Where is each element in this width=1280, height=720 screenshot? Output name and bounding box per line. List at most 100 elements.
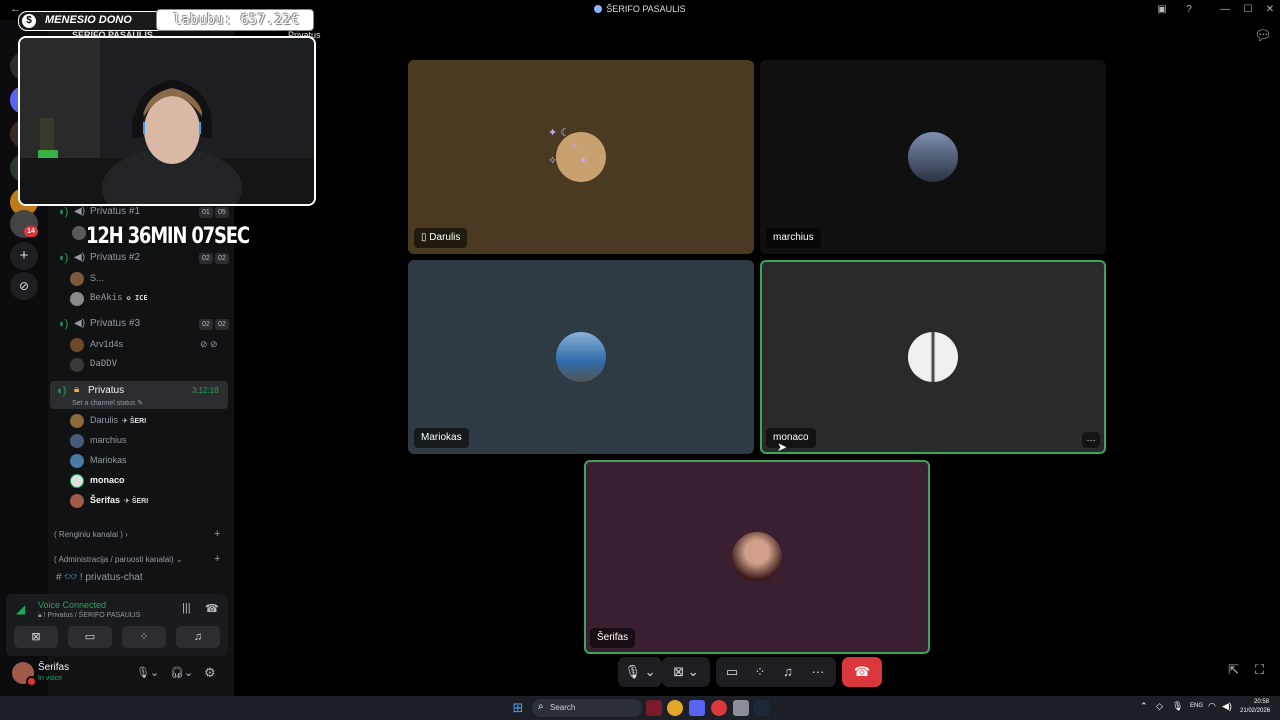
avatar-decoration-stars-icon: ✦ ☾ ✧ ✧ ✦ (548, 127, 588, 167)
close-button[interactable]: ✕ (1262, 3, 1278, 17)
camera-toggle-button[interactable]: ⊠ ⌄ (662, 657, 710, 687)
member-darulis[interactable]: Darulis ✈ ŠERI (70, 412, 230, 430)
leave-call-button[interactable]: ☎ (842, 657, 882, 687)
dono-label-box: $ MENESIO DONO (18, 11, 170, 31)
video-tile-marchius[interactable]: marchius (760, 60, 1106, 254)
settings-app-icon[interactable] (733, 700, 749, 716)
lock-icon: 🔒︎ (74, 384, 80, 395)
avatar (70, 474, 84, 488)
voice-channel-privatus-3[interactable]: ◖) ◀) Privatus #3 02 02 (54, 316, 230, 334)
muted-deafened-icon: ⊘ ⊘ (200, 339, 218, 349)
pop-out-icon[interactable]: ⇱ (1228, 662, 1239, 678)
language-indicator[interactable]: ENG (1190, 703, 1203, 709)
activities-button[interactable]: ⁘ (122, 626, 166, 648)
speaker-icon: ◀) (74, 252, 86, 263)
participant-name: monaco (766, 428, 816, 448)
tray-app-icon[interactable]: ◇ (1156, 701, 1163, 712)
avatar (70, 434, 84, 448)
role-tag: ✪ ICE (126, 294, 148, 302)
category-events[interactable]: ( Renginiu kanalai ) › (54, 530, 128, 539)
voice-location[interactable]: 🔒︎ ! Privatus / ŠERIFO PASAULIS (38, 612, 140, 620)
member-serifas[interactable]: Šerifas ✈ ŠERI (70, 492, 230, 510)
app-icon-2[interactable] (711, 700, 727, 716)
windows-start-icon[interactable]: ⊞ (510, 700, 526, 716)
role-tag: ✈ ŠERI (122, 418, 147, 425)
video-tile-monaco[interactable]: monaco ··· (760, 260, 1106, 454)
avatar (70, 338, 84, 352)
avatar (70, 454, 84, 468)
avatar (70, 494, 84, 508)
activities-icon[interactable]: ⁘ (748, 657, 772, 687)
windows-taskbar: ⊞ ⌕ Search ⌃ ◇ 🎙︎ ENG ◠ ◀) 20:58 21/02/2… (0, 696, 1280, 720)
role-tag: ✈ ŠERI (124, 498, 149, 505)
chat-bubble-icon[interactable]: 💬︎ (1254, 27, 1272, 44)
voice-channel-privatus-2[interactable]: ◖) ◀) Privatus #2 02 02 (54, 250, 230, 268)
member-daddv[interactable]: DaDDV (70, 356, 230, 374)
voice-channel-privatus-1[interactable]: ◖) ◀) Privatus #1 01 05 (54, 204, 230, 222)
camera-toggle-button[interactable]: ⊠ (14, 626, 58, 648)
participant-name: ▯ Darulis (414, 228, 468, 248)
inbox-icon[interactable]: ▣ (1154, 3, 1170, 17)
avatar (72, 226, 86, 240)
video-tile-serifas[interactable]: Šerifas (584, 460, 930, 654)
notification-badge: 14 (24, 226, 38, 237)
participant-avatar (556, 332, 606, 382)
soundboard-button[interactable]: ♫ (176, 626, 220, 648)
avatar (70, 272, 84, 286)
voice-channel-privatus-active[interactable]: ◖) 🔒︎ Privatus 3:12:18 Set a channel sta… (50, 381, 228, 409)
participant-avatar (732, 532, 782, 582)
member-arv1d4s[interactable]: Arv1d4s ⊘ ⊘ (70, 336, 230, 354)
member-beakis[interactable]: BeAkis ✪ ICE (70, 290, 230, 308)
discover-icon[interactable]: ⊘ (10, 272, 38, 300)
voice-active-icon: ◖) (58, 252, 69, 264)
video-tile-darulis[interactable]: ✦ ☾ ✧ ✧ ✦ ▯ Darulis (408, 60, 754, 254)
noise-suppression-icon[interactable]: ||| (182, 602, 191, 614)
app-icon-1[interactable] (646, 700, 662, 716)
member-mariokas[interactable]: Mariokas (70, 452, 230, 470)
set-channel-status[interactable]: Set a channel status ✎ (72, 399, 143, 407)
discord-icon[interactable] (689, 700, 705, 716)
voice-connection-panel: ◢ Voice Connected 🔒︎ ! Privatus / ŠERIFO… (6, 594, 228, 656)
soundboard-icon[interactable]: ♫ (776, 657, 800, 687)
tile-more-options-button[interactable]: ··· (1082, 432, 1100, 448)
video-tile-mariokas[interactable]: Mariokas (408, 260, 754, 454)
speaker-icon: ◀) (74, 206, 86, 217)
add-channel-icon[interactable]: + (214, 528, 220, 540)
clock-date[interactable]: 21/02/2026 (1240, 708, 1270, 714)
voice-active-icon: ◖) (56, 385, 67, 397)
fullscreen-icon[interactable]: ⛶ (1255, 662, 1264, 678)
disconnect-icon[interactable]: ☎ (205, 602, 219, 615)
settings-gear-icon[interactable]: ⚙ (204, 665, 216, 681)
screen-share-button[interactable]: ▭ (68, 626, 112, 648)
member-monaco[interactable]: monaco (70, 472, 230, 490)
maximize-button[interactable]: ☐ (1240, 3, 1256, 17)
member-s[interactable]: S... (70, 270, 230, 288)
help-icon[interactable]: ? (1181, 3, 1197, 17)
microphone-toggle-button[interactable]: 🎙︎ ⌄ (618, 657, 662, 687)
dollar-icon: $ (22, 14, 36, 28)
minimize-button[interactable]: — (1217, 3, 1233, 17)
tray-mic-icon[interactable]: 🎙︎ (1172, 701, 1183, 712)
clock-time[interactable]: 20:58 (1254, 699, 1269, 705)
category-admin[interactable]: ( Administracija / paruosti kanalai) ⌄ (54, 555, 183, 564)
member-marchius[interactable]: marchius (70, 432, 230, 450)
headphones-icon[interactable]: 🎧︎⌄ (170, 666, 193, 679)
steam-icon[interactable] (754, 700, 770, 716)
add-server-icon[interactable]: + (10, 242, 38, 270)
tray-chevron-icon[interactable]: ⌃ (1140, 701, 1148, 712)
more-options-icon[interactable]: ··· (806, 657, 830, 687)
microphone-icon[interactable]: 🎙︎⌄ (136, 666, 159, 679)
voice-active-icon: ◖) (58, 206, 69, 218)
participant-avatar (908, 332, 958, 382)
volume-icon[interactable]: ◀) (1222, 701, 1232, 712)
network-icon[interactable]: ◠ (1208, 701, 1216, 712)
text-channel-privatus-chat[interactable]: # 👓︎ ! privatus-chat (56, 572, 143, 583)
screen-share-icon[interactable]: ▭ (720, 657, 744, 687)
server-icon (594, 5, 603, 13)
taskbar-search[interactable]: ⌕ Search (532, 699, 642, 717)
chrome-icon[interactable] (667, 700, 683, 716)
voice-status: Voice Connected (38, 600, 107, 610)
user-panel: Šerifas In voice 🎙︎⌄ 🎧︎⌄ ⚙ (6, 658, 228, 688)
add-channel-icon[interactable]: + (214, 553, 220, 565)
participant-avatar (908, 132, 958, 182)
